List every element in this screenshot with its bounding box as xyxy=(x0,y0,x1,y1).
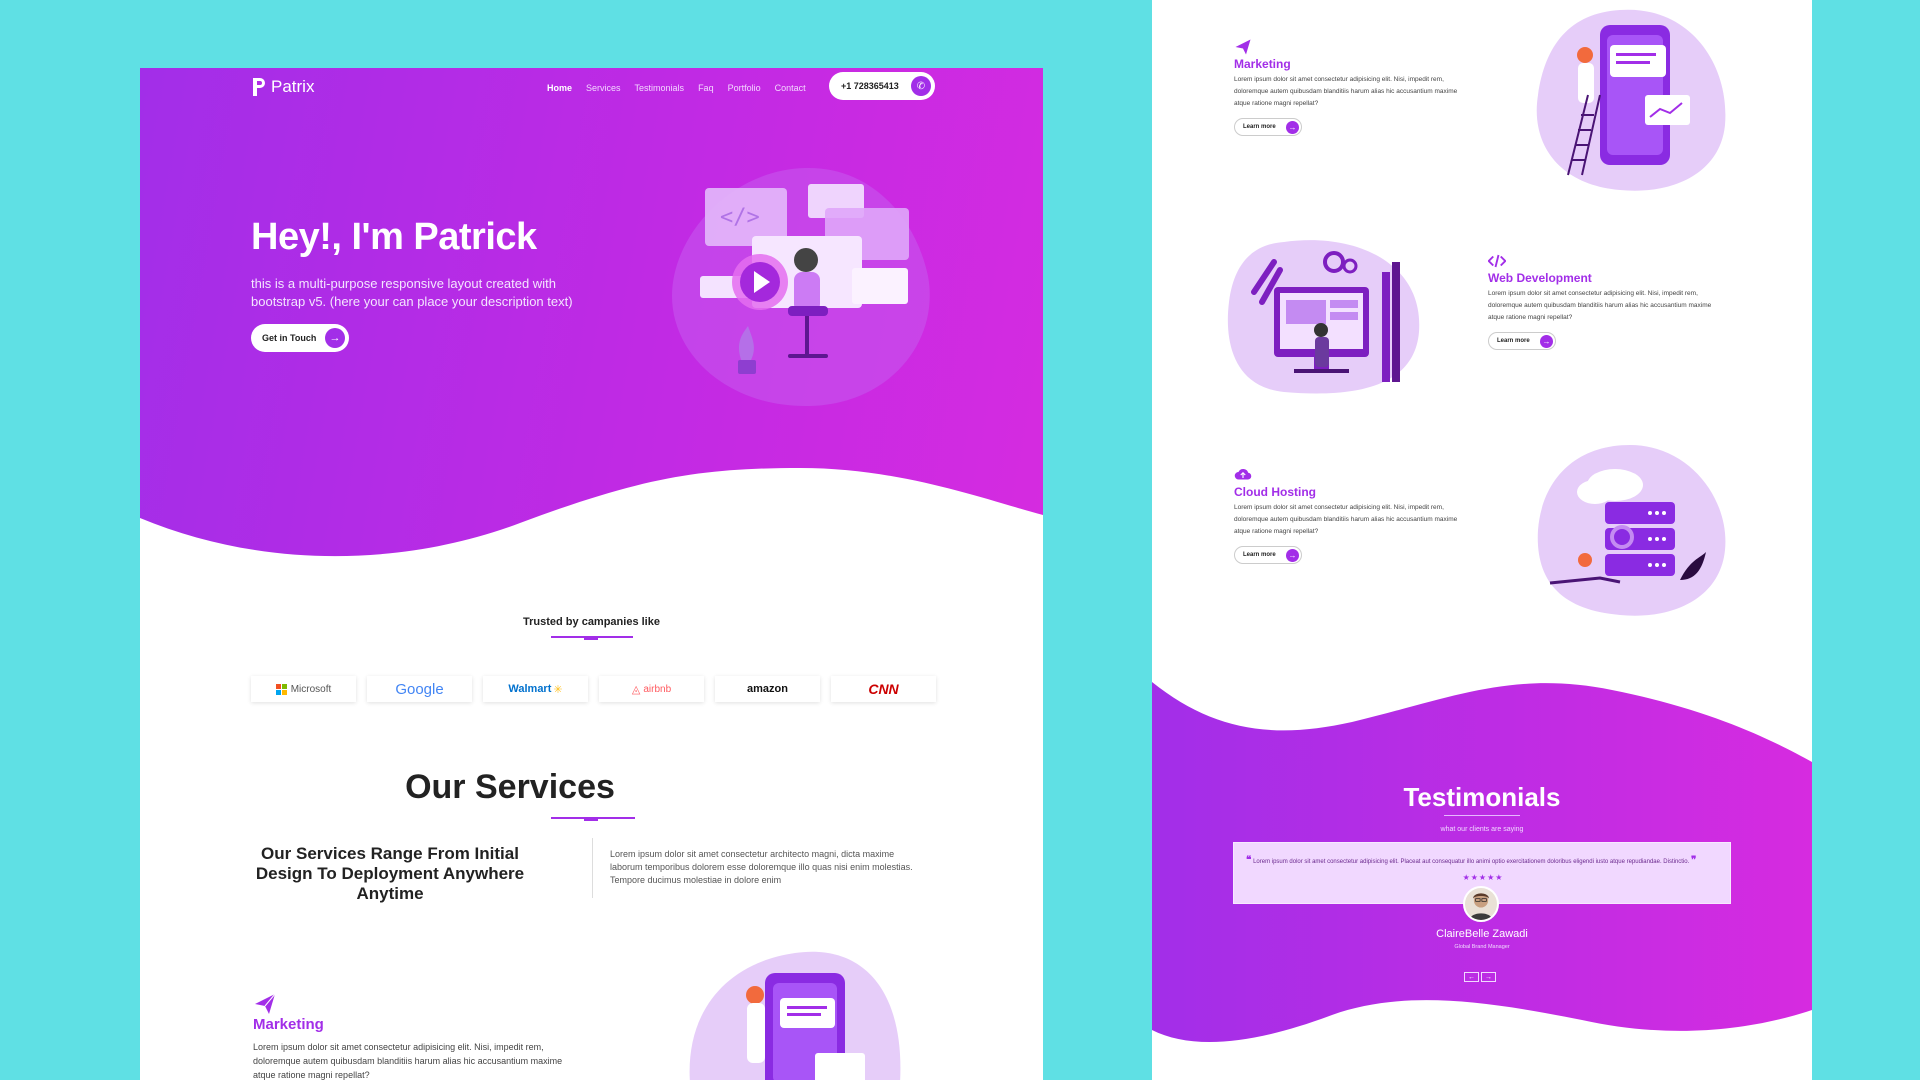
service-marketing-title: Marketing xyxy=(1234,57,1291,71)
services-subtitle: Our Services Range From Initial Design T… xyxy=(255,844,525,903)
brand-cnn: CNN xyxy=(831,676,936,702)
svg-text:</>: </> xyxy=(720,205,760,230)
testimonial-carousel-controls: ← → xyxy=(1464,972,1496,982)
landing-page-preview-left: Patrix Home Services Testimonials Faq Po… xyxy=(140,68,1043,1080)
microsoft-icon xyxy=(275,683,287,695)
carousel-prev-button[interactable]: ← xyxy=(1464,972,1479,982)
hero-description: this is a multi-purpose responsive layou… xyxy=(251,276,573,309)
carousel-next-button[interactable]: → xyxy=(1481,972,1496,982)
paper-plane-icon xyxy=(255,993,276,1014)
nav-link-home[interactable]: Home xyxy=(540,83,579,93)
testimonial-author-role: Global Brand Manager xyxy=(1454,944,1510,950)
brand-microsoft: Microsoft xyxy=(251,676,356,702)
nav-link-faq[interactable]: Faq xyxy=(691,83,721,93)
brand-amazon-label: amazon xyxy=(747,683,788,695)
service-web-development-learn-more[interactable]: Learn more → xyxy=(1488,332,1556,350)
testimonial-quote-text: Lorem ipsum dolor sit amet consectetur a… xyxy=(1253,859,1690,865)
phone-number: +1 728365413 xyxy=(841,81,899,91)
service-cloud-hosting-learn-more[interactable]: Learn more → xyxy=(1234,546,1302,564)
service-cloud-hosting-text: Lorem ipsum dolor sit amet consectetur a… xyxy=(1234,504,1458,535)
brand-google-label: Google xyxy=(395,680,444,698)
brand-logo[interactable]: Patrix xyxy=(251,76,314,98)
marketing-illustration xyxy=(689,951,901,1080)
avatar xyxy=(1463,886,1499,922)
testimonial-author-name: ClaireBelle Zawadi xyxy=(1436,928,1528,940)
brand-walmart: Walmart ✳ xyxy=(483,676,588,702)
testimonials-subtitle: what our clients are saying xyxy=(1440,826,1524,833)
brand-airbnb-label: airbnb xyxy=(643,683,672,695)
brand-logos-row: Microsoft Google Walmart ✳ ◬ airbnb amaz… xyxy=(251,676,936,702)
avatar-photo xyxy=(1465,888,1497,920)
quote-close-icon: ❞ xyxy=(1690,855,1697,866)
cloud-upload-icon xyxy=(1234,469,1252,480)
nav-link-testimonials[interactable]: Testimonials xyxy=(628,83,692,93)
quote-open-icon: ❝ xyxy=(1246,855,1252,866)
walmart-spark-icon: ✳ xyxy=(553,683,563,696)
get-in-touch-label: Get in Touch xyxy=(262,333,317,343)
brand-cnn-label: CNN xyxy=(868,681,899,697)
paper-plane-icon xyxy=(1235,39,1251,55)
marketing-text: Lorem ipsum dolor sit amet consectetur a… xyxy=(253,1042,563,1080)
airbnb-icon: ◬ xyxy=(631,683,641,696)
arrow-right-icon: → xyxy=(325,328,345,348)
testimonials-underline xyxy=(1444,815,1520,816)
brand-walmart-label: Walmart xyxy=(508,683,552,695)
phone-button[interactable]: +1 728365413 ✆ xyxy=(829,72,935,100)
brand-amazon: amazon xyxy=(715,676,820,702)
arrow-right-icon: → xyxy=(1540,335,1553,348)
brand-airbnb: ◬ airbnb xyxy=(599,676,704,702)
hero-title: Hey!, I'm Patrick xyxy=(251,216,537,258)
service-web-development-title: Web Development xyxy=(1488,271,1592,285)
service-marketing-learn-more[interactable]: Learn more → xyxy=(1234,118,1302,136)
services-divider xyxy=(592,838,593,898)
trusted-underline-dot xyxy=(584,636,598,640)
trusted-heading: Trusted by campanies like xyxy=(523,616,660,628)
nav-link-portfolio[interactable]: Portfolio xyxy=(721,83,768,93)
testimonial-quote: ❝ Lorem ipsum dolor sit amet consectetur… xyxy=(1246,855,1720,866)
brand-google: Google xyxy=(367,676,472,702)
hero-section: Patrix Home Services Testimonials Faq Po… xyxy=(140,68,1043,628)
cloud-hosting-illustration xyxy=(1537,445,1726,616)
nav-link-services[interactable]: Services xyxy=(579,83,628,93)
developer-illustration: </> xyxy=(672,167,930,407)
testimonials-title: Testimonials xyxy=(1403,782,1561,812)
service-cloud-hosting-title: Cloud Hosting xyxy=(1234,485,1316,499)
services-text: Lorem ipsum dolor sit amet consectetur a… xyxy=(610,849,913,885)
service-web-development-text: Lorem ipsum dolor sit amet consectetur a… xyxy=(1488,290,1712,321)
brand-microsoft-label: Microsoft xyxy=(290,683,332,695)
phone-icon: ✆ xyxy=(911,76,931,96)
code-icon xyxy=(1488,254,1506,268)
arrow-right-icon: → xyxy=(1286,121,1299,134)
landing-page-preview-right: Marketing Lorem ipsum dolor sit amet con… xyxy=(1152,0,1812,1080)
marketing-title: Marketing xyxy=(253,1016,324,1033)
arrow-right-icon: → xyxy=(1286,549,1299,562)
nav-link-contact[interactable]: Contact xyxy=(768,83,813,93)
services-title: Our Services xyxy=(405,768,615,806)
services-underline-dot xyxy=(584,817,598,821)
learn-more-label: Learn more xyxy=(1243,552,1276,558)
marketing-illustration xyxy=(1536,9,1726,191)
get-in-touch-button[interactable]: Get in Touch → xyxy=(251,324,349,352)
service-marketing-text: Lorem ipsum dolor sit amet consectetur a… xyxy=(1234,76,1458,107)
top-navbar: Patrix Home Services Testimonials Faq Po… xyxy=(140,68,1043,112)
web-development-illustration xyxy=(1227,240,1420,394)
rating-stars: ★★★★★ xyxy=(1462,873,1504,882)
nav-links: Home Services Testimonials Faq Portfolio… xyxy=(540,83,813,93)
logo-text: Patrix xyxy=(271,77,315,96)
learn-more-label: Learn more xyxy=(1497,338,1530,344)
logo-p-icon xyxy=(253,78,265,96)
learn-more-label: Learn more xyxy=(1243,124,1276,130)
